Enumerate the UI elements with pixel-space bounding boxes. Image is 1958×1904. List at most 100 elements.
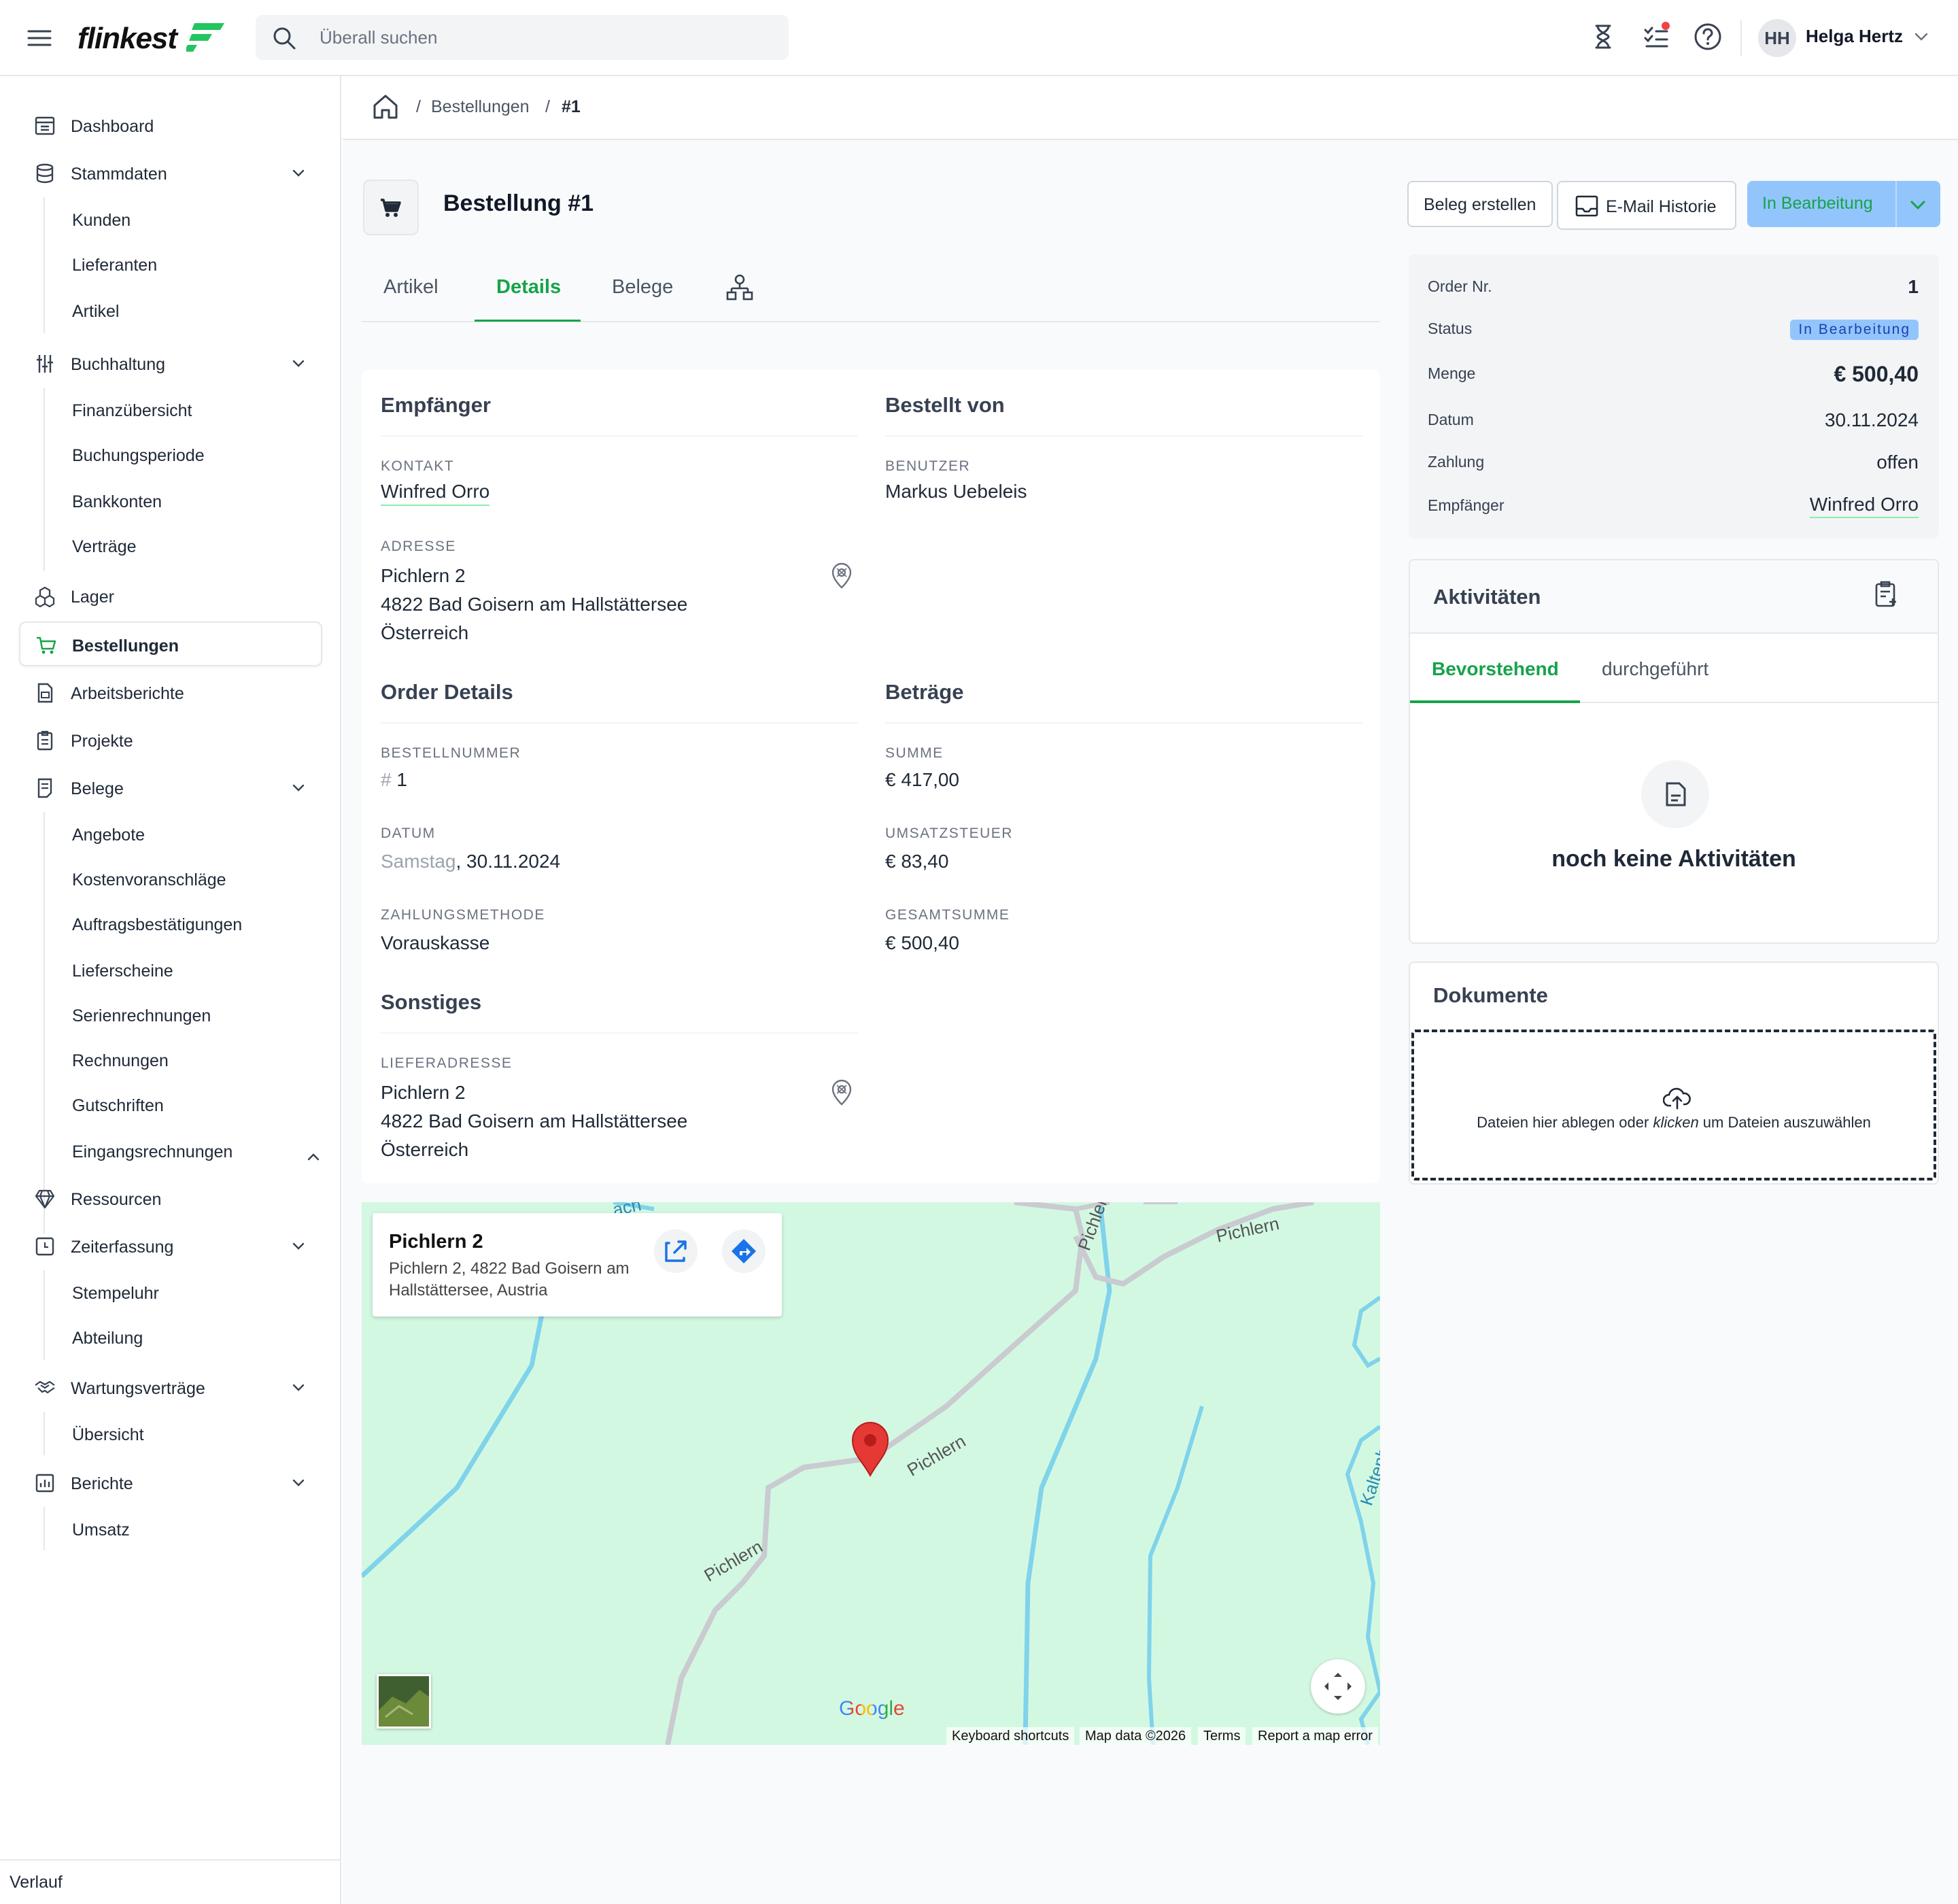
label-gesamtsumme: GESAMTSUMME [885,907,1010,923]
tab-artikel[interactable]: Artikel [383,276,439,299]
status-dropdown-button[interactable]: In Bearbeitung [1747,181,1940,227]
sidebar-item-buchhaltung[interactable]: Buchhaltung [19,341,322,386]
email-history-button[interactable]: E-Mail Historie [1557,181,1736,230]
avatar[interactable]: HH [1758,19,1796,57]
sidebar-item-kunden[interactable]: Kunden [72,211,131,231]
tab-details[interactable]: Details [496,276,561,299]
sidebar-item-umsatz[interactable]: Umsatz [72,1520,130,1540]
sidebar-item-berichte[interactable]: Berichte [19,1461,322,1506]
sidebar-item-label: Buchhaltung [71,355,166,374]
sidebar-item-bankkonten[interactable]: Bankkonten [72,492,162,512]
home-icon[interactable] [371,92,400,121]
tab-belege[interactable]: Belege [612,276,673,299]
map-road-label: Pichlern [904,1431,969,1480]
sidebar-item-lieferanten[interactable]: Lieferanten [72,256,157,275]
sidebar-item-arbeitsberichte[interactable]: Arbeitsberichte [19,670,322,715]
sidebar-item-belege[interactable]: Belege [19,766,322,811]
sidebar-item-vertraege[interactable]: Verträge [72,537,137,557]
breadcrumb-bestellungen[interactable]: Bestellungen [431,97,530,117]
activities-empty-text: noch keine Aktivitäten [1551,846,1796,872]
chevron-down-icon[interactable] [1912,27,1931,46]
map-pin-icon[interactable] [829,562,854,589]
page-title: Bestellung #1 [443,190,594,216]
map-terms-link[interactable]: Terms [1198,1727,1246,1746]
map-keyboard-shortcuts[interactable]: Keyboard shortcuts [946,1727,1075,1746]
section-divider [381,722,858,724]
history-panel[interactable]: Verlauf [0,1859,341,1904]
sidebar-item-kostenvoranschlaege[interactable]: Kostenvoranschläge [72,870,226,890]
sidebar-item-stammdaten[interactable]: Stammdaten [19,151,322,196]
search-input[interactable]: Überall suchen [256,15,789,60]
handshake-icon [35,1380,55,1394]
sidebar-item-label: Dashboard [71,117,154,136]
chevron-up-icon[interactable] [305,1148,322,1166]
email-history-label: E-Mail Historie [1606,197,1717,216]
label-lieferadresse: LIEFERADRESSE [381,1055,513,1071]
sidebar-item-eingangsrechnungen[interactable]: Eingangsrechnungen [72,1142,233,1162]
sidebar-item-serienrechnungen[interactable]: Serienrechnungen [72,1006,211,1026]
menu-icon[interactable] [26,24,53,52]
header-divider [1740,20,1742,56]
sidebar-item-uebersicht[interactable]: Übersicht [72,1425,144,1445]
order-number-prefix: # [381,769,392,790]
chevron-down-icon [292,784,305,792]
sidebar-item-wartungsvertraege[interactable]: Wartungsverträge [19,1365,322,1410]
map-report-link[interactable]: Report a map error [1252,1727,1378,1746]
tab-done[interactable]: durchgeführt [1602,658,1708,680]
address-line1: Pichlern 2 [381,565,466,586]
sidebar-item-stempeluhr[interactable]: Stempeluhr [72,1284,159,1304]
sidebar-item-buchungsperiode[interactable]: Buchungsperiode [72,446,205,466]
summary-date-value: 30.11.2024 [1824,409,1919,430]
order-number-value: 1 [396,769,407,790]
summary-recipient-link[interactable]: Winfred Orro [1809,494,1919,518]
sidebar-item-ressourcen[interactable]: Ressourcen [19,1176,322,1221]
submenu-line [44,197,45,333]
submenu-line [44,388,45,571]
sidebar-item-abteilung[interactable]: Abteilung [72,1329,143,1348]
tab-upcoming[interactable]: Bevorstehend [1432,658,1559,680]
app-logo[interactable]: flinkest [78,18,227,58]
dropzone-click-text[interactable]: klicken [1653,1114,1698,1131]
help-icon[interactable] [1693,22,1723,52]
map-camera-control[interactable] [1311,1659,1365,1714]
chevron-down-icon [292,169,305,177]
open-external-icon[interactable] [654,1229,698,1273]
sidebar-item-bestellungen[interactable]: Bestellungen [19,622,322,666]
label-adresse: ADRESSE [381,539,456,554]
empty-document-icon [1641,760,1709,828]
label-datum: DATUM [381,826,436,841]
activities-title: Aktivitäten [1433,585,1541,609]
create-document-button[interactable]: Beleg erstellen [1407,181,1553,227]
map-card-title: Pichlern 2 [389,1231,483,1253]
tasks-icon[interactable] [1641,22,1671,52]
diamond-icon [35,1189,55,1209]
sidebar-item-gutschriften[interactable]: Gutschriften [72,1096,164,1116]
hourglass-icon[interactable] [1588,22,1618,52]
chevron-down-icon [1910,201,1925,210]
sidebar-item-projekte[interactable]: Projekte [19,718,322,763]
sidebar-item-dashboard[interactable]: Dashboard [19,103,322,148]
logo-mark-icon [186,23,224,52]
sidebar-item-finanzuebersicht[interactable]: Finanzübersicht [72,401,192,421]
sidebar-item-rechnungen[interactable]: Rechnungen [72,1051,169,1071]
sidebar-item-lieferscheine[interactable]: Lieferscheine [72,962,173,981]
user-name[interactable]: Helga Hertz [1806,26,1903,47]
chevron-down-icon [292,1479,305,1486]
satellite-toggle[interactable] [377,1674,431,1729]
sidebar-item-auftragsbestaetigungen[interactable]: Auftragsbestätigungen [72,915,242,935]
sidebar-item-lager[interactable]: Lager [19,574,322,619]
sidebar-item-angebote[interactable]: Angebote [72,826,145,845]
directions-icon[interactable] [722,1229,766,1273]
chart-icon [35,1474,54,1493]
sidebar-item-zeiterfassung[interactable]: Zeiterfassung [19,1224,322,1269]
file-dropzone[interactable]: Dateien hier ablegen oder klicken um Dat… [1411,1030,1936,1180]
map-pin-icon[interactable] [829,1078,854,1106]
summary-label-menge: Menge [1428,364,1476,382]
sidebar-item-artikel[interactable]: Artikel [72,302,119,322]
tab-sitemap-icon[interactable] [725,273,755,303]
contact-link[interactable]: Winfred Orro [381,480,490,506]
section-title-betraege: Beträge [885,680,964,704]
breadcrumb-current: #1 [562,97,581,116]
add-activity-icon[interactable] [1871,579,1901,609]
boxes-icon [35,586,55,607]
